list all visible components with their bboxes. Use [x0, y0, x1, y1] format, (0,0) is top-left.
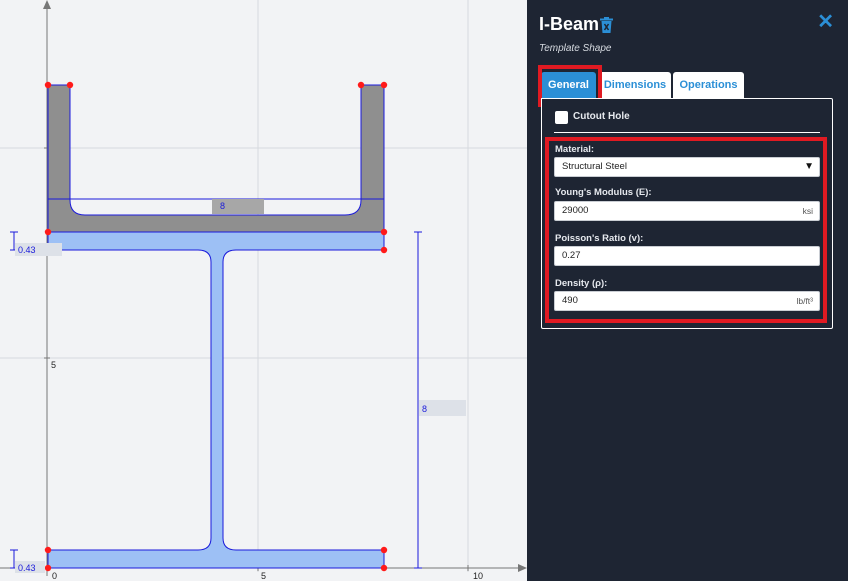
density-label: Density (ρ):: [555, 278, 608, 289]
cutout-label: Cutout Hole: [573, 111, 630, 122]
density-value: 490: [562, 295, 578, 306]
ibeam-height-label: 8: [422, 404, 427, 414]
y-tick-label: 5: [51, 360, 56, 370]
dropdown-arrow-icon: ▼: [804, 161, 814, 172]
divider: [554, 132, 820, 133]
close-icon[interactable]: ✕: [817, 12, 834, 32]
trash-icon[interactable]: [600, 17, 613, 33]
material-label: Material:: [555, 144, 595, 155]
density-unit: lb/ft³: [796, 296, 813, 306]
general-tab-content: Cutout Hole Material: Structural Steel ▼…: [541, 98, 833, 329]
top-flange-thickness-label: 0.43: [18, 245, 36, 255]
ibeam-shape[interactable]: [47, 231, 385, 569]
poisson-ratio-input[interactable]: 0.27: [554, 246, 820, 266]
properties-panel: I-Beam ✕ Template Shape General Dimensio…: [527, 0, 848, 581]
youngs-modulus-input[interactable]: 29000 ksi: [554, 201, 820, 221]
density-input[interactable]: 490 lb/ft³: [554, 291, 820, 311]
poisson-ratio-label: Poisson's Ratio (v):: [555, 233, 644, 244]
x-tick-label: 0: [52, 571, 57, 581]
tab-operations[interactable]: Operations: [673, 72, 744, 99]
channel-width-label: 8: [220, 201, 225, 211]
youngs-modulus-unit: ksi: [802, 206, 813, 216]
poisson-ratio-value: 0.27: [562, 250, 581, 261]
axes: [0, 0, 527, 576]
tab-general[interactable]: General: [541, 72, 596, 99]
canvas-svg[interactable]: 0 5 10 10 5 8 0.43: [0, 0, 527, 581]
grid-lines: [0, 0, 527, 572]
panel-subtitle: Template Shape: [539, 43, 612, 54]
cutout-checkbox[interactable]: [555, 111, 568, 124]
material-select[interactable]: Structural Steel ▼: [554, 157, 820, 177]
drawing-canvas[interactable]: 0 5 10 10 5 8 0.43: [0, 0, 527, 581]
tab-dimensions[interactable]: Dimensions: [599, 72, 671, 99]
youngs-modulus-value: 29000: [562, 205, 589, 216]
material-value: Structural Steel: [562, 161, 627, 172]
x-tick-label: 5: [261, 571, 266, 581]
panel-title: I-Beam: [539, 14, 600, 34]
youngs-modulus-label: Young's Modulus (E):: [555, 187, 652, 198]
x-tick-label: 10: [473, 571, 483, 581]
bottom-flange-thickness-label: 0.43: [18, 563, 36, 573]
